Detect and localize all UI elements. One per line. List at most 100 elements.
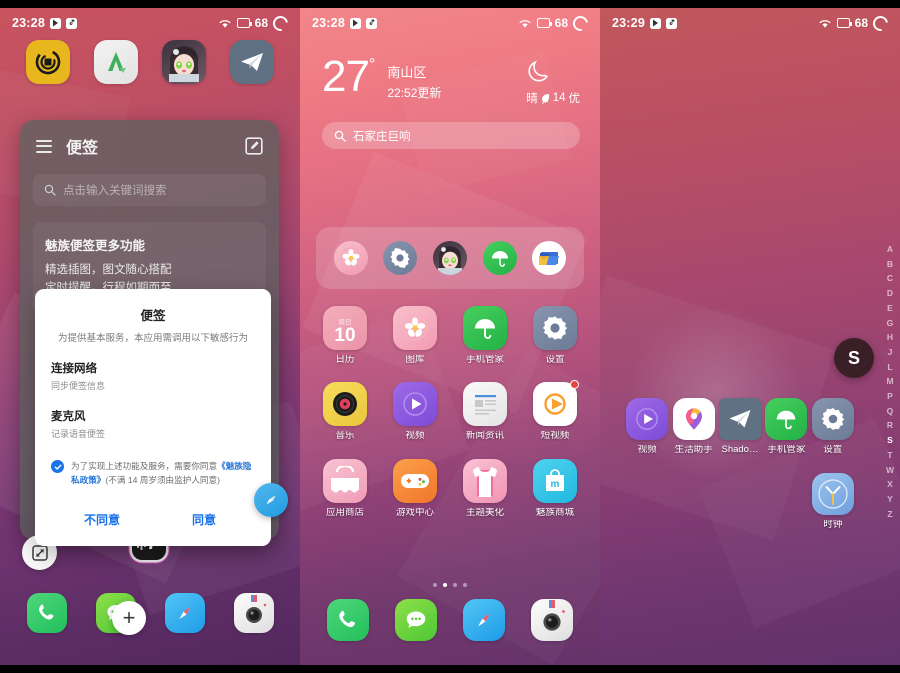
app-icon-phone[interactable] [327, 599, 369, 641]
app-icon-telegram[interactable] [230, 40, 274, 84]
dock-1 [0, 593, 300, 633]
app-theme[interactable]: 主题美化 [450, 458, 520, 518]
accept-button[interactable]: 同意 [153, 505, 255, 534]
status-time: 23:28 [12, 16, 45, 30]
wifi-icon [518, 18, 532, 29]
phone-screen-3: 23:29 68 A B C D E G H J L M P Q R S T W… [600, 0, 900, 673]
folder-widget-row [316, 227, 584, 289]
status-bar-1: 23:28 68 [0, 8, 300, 38]
app-icon-yellow-scanner[interactable] [26, 40, 70, 84]
index-letter[interactable]: J [888, 345, 893, 360]
page-dot-active[interactable] [443, 583, 447, 587]
app-meizu-mall[interactable]: m 魅族商城 [520, 458, 590, 518]
tiktok-icon [365, 17, 377, 29]
notes-header: 便签 [20, 120, 279, 158]
settings-gear-icon[interactable] [383, 241, 418, 275]
page-dot[interactable] [433, 583, 437, 587]
index-letter[interactable]: R [887, 418, 893, 433]
security-umbrella-icon[interactable] [482, 241, 517, 275]
note-title: 魅族便签更多功能 [45, 239, 146, 253]
app-icon-camera[interactable] [531, 599, 573, 641]
index-letter[interactable]: P [887, 389, 893, 404]
app-label: 魅族商城 [535, 507, 574, 518]
index-letter[interactable]: X [887, 477, 893, 492]
app-settings[interactable]: 设置 [810, 398, 856, 455]
aqi-leaf-icon [541, 93, 550, 104]
app-icon-browser[interactable] [164, 593, 205, 633]
index-letter-selected[interactable]: S [887, 433, 893, 448]
anime-avatar-icon[interactable] [432, 241, 467, 275]
app-clock[interactable]: 时钟 [810, 473, 856, 530]
page-dot[interactable] [453, 583, 457, 587]
app-video[interactable]: 视频 [380, 382, 450, 441]
app-music[interactable]: 音乐 [310, 382, 380, 441]
weather-widget[interactable]: 27 ° 南山区 22:52更新 晴 14 优 石家庄巨响 [322, 55, 580, 149]
search-icon [44, 184, 56, 196]
index-letter[interactable]: T [887, 448, 892, 463]
index-letter[interactable]: W [886, 463, 894, 478]
app-icon-anime-avatar[interactable] [162, 40, 206, 84]
wallpaper-facets-3 [600, 8, 900, 665]
app-icon-apkpure[interactable] [94, 40, 138, 84]
notes-search-input[interactable]: 点击输入关键词搜索 [33, 174, 266, 206]
app-label: 应用商店 [325, 507, 364, 518]
app-video[interactable]: 视频 [624, 398, 670, 455]
play-store-icon [649, 17, 661, 29]
app-icon-browser[interactable] [463, 599, 505, 641]
index-letter[interactable]: L [887, 360, 892, 375]
index-letter[interactable]: Z [887, 507, 892, 522]
add-float-button[interactable]: + [112, 601, 146, 635]
signal-icon [536, 18, 552, 28]
notes-app-title: 便签 [66, 140, 99, 157]
app-label: Shado… [721, 445, 759, 455]
app-game-center[interactable]: 游戏中心 [380, 458, 450, 518]
tiktok-icon [65, 17, 77, 29]
app-icon-phone[interactable] [26, 593, 67, 633]
consent-checkbox[interactable] [51, 460, 64, 473]
home-search-bar[interactable]: 石家庄巨响 [322, 122, 580, 149]
app-calendar[interactable]: 周日 10 日历 [310, 306, 380, 365]
wifi-icon [218, 18, 232, 29]
app-life-assistant[interactable]: 生活助手 [670, 398, 716, 455]
app-phone-manager[interactable]: 手机管家 [763, 398, 809, 455]
app-label: 日历 [335, 355, 355, 365]
three-phone-screenshots: 23:28 68 便签 点击输入关键词搜索 魅族便签更多功能 精选插图，图文随心… [0, 0, 900, 673]
hamburger-icon[interactable] [36, 139, 52, 153]
battery-percent: 68 [554, 16, 568, 30]
dock-2 [300, 599, 600, 641]
battery-percent: 68 [254, 16, 268, 30]
index-letter[interactable]: H [887, 330, 893, 345]
decline-button[interactable]: 不同意 [51, 505, 153, 534]
status-time: 23:29 [612, 16, 645, 30]
alphabet-index-scrubber[interactable]: A B C D E G H J L M P Q R S T W X Y Z [886, 242, 894, 521]
file-manager-icon[interactable] [532, 241, 567, 275]
home-search-text: 石家庄巨响 [353, 130, 411, 143]
index-letter[interactable]: M [886, 374, 893, 389]
app-icon-camera[interactable] [233, 593, 274, 633]
consent-prefix: 为了实现上述功能及服务，需要你同意 [71, 461, 218, 471]
index-letter[interactable]: Q [887, 404, 894, 419]
index-letter[interactable]: C [887, 271, 893, 286]
compass-float-button[interactable] [254, 483, 288, 517]
app-shadowsocks[interactable]: Shado… [717, 398, 763, 455]
app-news[interactable]: 新闻资讯 [450, 382, 520, 441]
status-bar-2: 23:28 68 [300, 8, 600, 38]
app-app-store[interactable]: 应用商店 [310, 458, 380, 518]
edit-square-icon[interactable] [245, 137, 263, 155]
app-short-video[interactable]: 短视频 [520, 380, 590, 441]
index-letter[interactable]: G [887, 316, 894, 331]
index-letter[interactable]: B [887, 257, 893, 272]
gallery-flower-icon[interactable] [333, 241, 368, 275]
index-letter[interactable]: Y [887, 492, 893, 507]
consent-row[interactable]: 为了实现上述功能及服务，需要你同意《魅族隐私政策》(不满 14 周岁须由监护人同… [51, 459, 255, 487]
index-letter[interactable]: D [887, 286, 893, 301]
index-letter[interactable]: E [887, 301, 893, 316]
index-letter[interactable]: A [887, 242, 893, 257]
permission-desc: 同步便签信息 [51, 381, 106, 391]
index-letter-bubble: S [834, 338, 874, 378]
app-gallery[interactable]: 图库 [380, 306, 450, 365]
app-settings[interactable]: 设置 [520, 306, 590, 365]
app-icon-messages[interactable] [395, 599, 437, 641]
page-dot[interactable] [463, 583, 467, 587]
app-phone-manager[interactable]: 手机管家 [450, 306, 520, 365]
